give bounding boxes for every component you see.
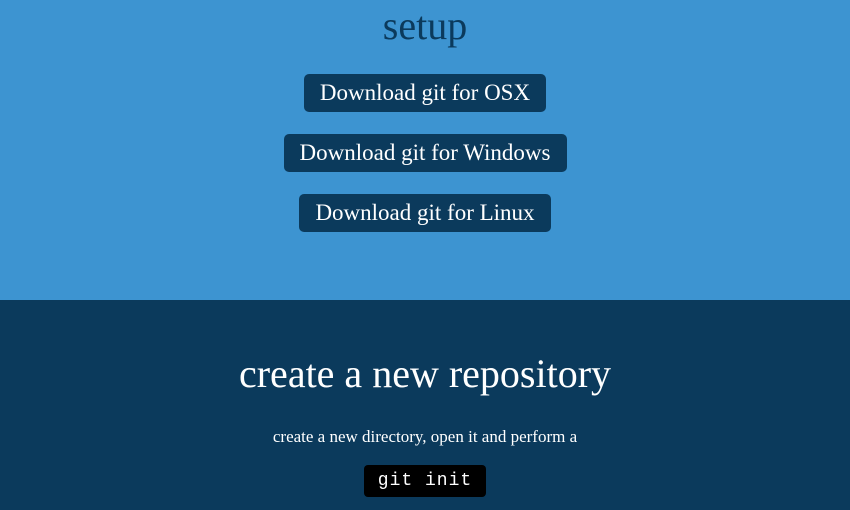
code-git-init: git init [364,465,486,497]
create-repository-section: create a new repository create a new dir… [0,300,850,510]
setup-title: setup [0,0,850,74]
download-linux-button[interactable]: Download git for Linux [299,194,550,232]
create-title: create a new repository [0,350,850,397]
download-osx-button[interactable]: Download git for OSX [304,74,546,112]
download-windows-button[interactable]: Download git for Windows [284,134,567,172]
setup-section: setup Download git for OSX Download git … [0,0,850,300]
create-instruction: create a new directory, open it and perf… [0,427,850,447]
download-buttons-container: Download git for OSX Download git for Wi… [0,74,850,232]
